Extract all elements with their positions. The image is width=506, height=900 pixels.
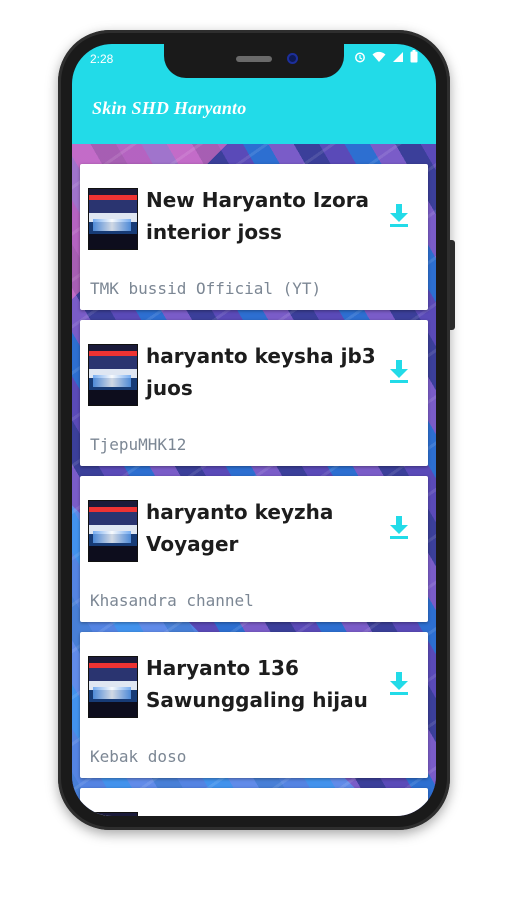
phone-frame: 2:28 Skin SHD Haryanto New Haryanto Izor… xyxy=(58,30,455,830)
store-screenshot: 2:28 Skin SHD Haryanto New Haryanto Izor… xyxy=(0,0,506,900)
download-icon[interactable] xyxy=(388,358,410,384)
skin-title: haryanto keysha jb3 juos xyxy=(146,344,376,400)
skin-title: haryanto keyzha Voyager xyxy=(146,500,334,556)
list-item[interactable]: Haryanto 136 Sawunggaling hijau Kebak do… xyxy=(80,632,428,778)
status-time: 2:28 xyxy=(90,52,114,66)
alarm-icon xyxy=(354,51,366,66)
side-button xyxy=(450,240,455,330)
skin-list[interactable]: New Haryanto Izora interior joss TMK bus… xyxy=(80,164,428,816)
skin-thumbnail xyxy=(88,344,138,406)
battery-icon xyxy=(410,50,418,66)
list-item[interactable]: haryanto keysha jb3 juos TjepuMHK12 xyxy=(80,320,428,466)
skin-thumbnail xyxy=(88,188,138,250)
download-icon[interactable] xyxy=(388,514,410,540)
skin-thumbnail xyxy=(88,656,138,718)
skin-author: Khasandra channel xyxy=(90,591,254,610)
notch xyxy=(164,44,344,78)
signal-icon xyxy=(392,51,404,66)
status-icons xyxy=(354,50,418,66)
list-item[interactable]: Haryanto Bramanta xyxy=(80,788,428,816)
speaker xyxy=(236,56,272,62)
download-icon[interactable] xyxy=(388,670,410,696)
front-camera xyxy=(287,53,298,64)
skin-title: New Haryanto Izora interior joss xyxy=(146,188,370,244)
list-item[interactable]: haryanto keyzha Voyager Khasandra channe… xyxy=(80,476,428,622)
app-title: Skin SHD Haryanto xyxy=(92,98,247,118)
skin-thumbnail xyxy=(88,812,138,816)
skin-title: Haryanto Bramanta xyxy=(146,808,382,816)
skin-thumbnail xyxy=(88,500,138,562)
skin-author: TjepuMHK12 xyxy=(90,435,187,454)
download-icon[interactable] xyxy=(388,202,410,228)
wifi-icon xyxy=(372,51,386,66)
skin-author: TMK bussid Official (YT) xyxy=(90,279,322,298)
phone-screen: 2:28 Skin SHD Haryanto New Haryanto Izor… xyxy=(72,44,436,816)
skin-title: Haryanto 136 Sawunggaling hijau xyxy=(146,656,368,712)
skin-author: Kebak doso xyxy=(90,747,187,766)
list-item[interactable]: New Haryanto Izora interior joss TMK bus… xyxy=(80,164,428,310)
